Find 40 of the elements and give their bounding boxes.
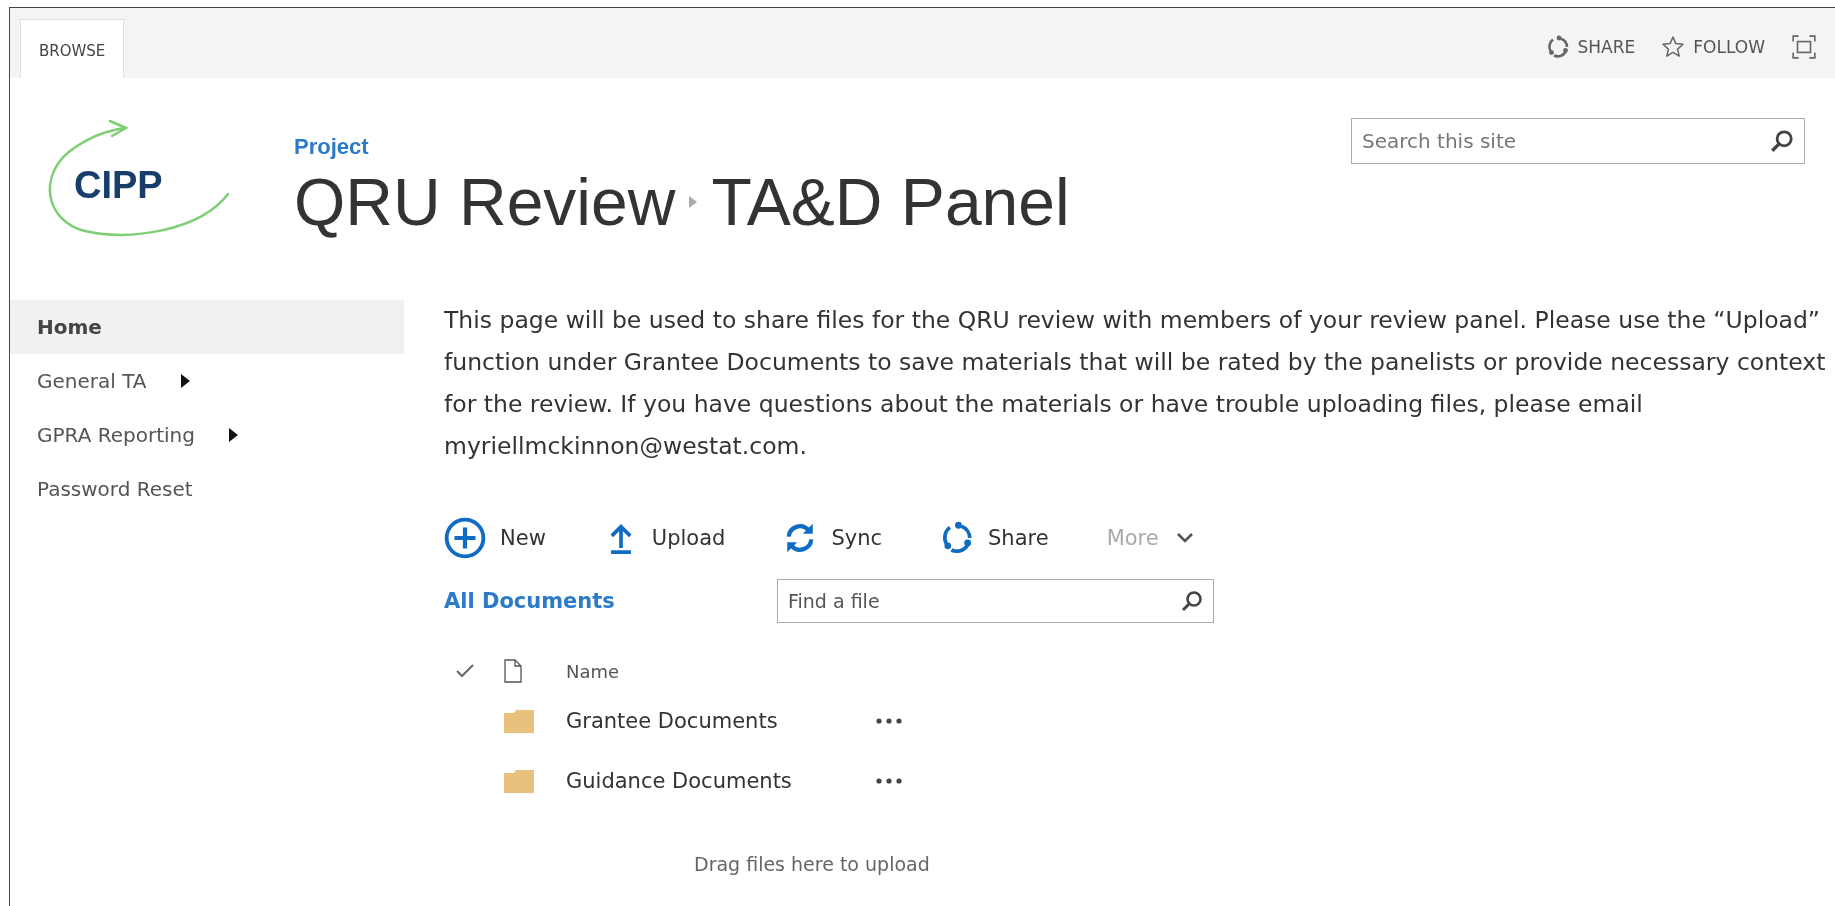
nav-label: Home <box>37 315 102 339</box>
share-icon[interactable] <box>1545 35 1570 59</box>
document-icon <box>504 659 522 683</box>
nav-item[interactable]: Home <box>10 300 404 354</box>
search-icon[interactable] <box>1180 589 1204 613</box>
nav-label: General TA <box>37 369 147 393</box>
checkmark-icon[interactable] <box>456 663 474 679</box>
logo-text: CIPP <box>74 164 163 207</box>
page-title: QRU Review <box>294 166 676 239</box>
folder-icon <box>504 709 534 733</box>
star-icon[interactable] <box>1661 35 1686 59</box>
view-link[interactable]: All Documents <box>444 589 777 613</box>
sync-button[interactable]: Sync <box>783 521 883 555</box>
folder-name-link[interactable]: Grantee Documents <box>566 709 876 733</box>
page-title: TA&D Panel <box>711 166 1070 239</box>
ellipsis-icon[interactable] <box>876 778 902 784</box>
nav-label: GPRA Reporting <box>37 423 195 447</box>
upload-button[interactable]: Upload <box>603 521 726 555</box>
folder-icon <box>504 769 534 793</box>
parent-site-link[interactable]: Project <box>294 134 369 160</box>
share-button[interactable]: SHARE <box>1545 35 1636 59</box>
folder-name-link[interactable]: Guidance Documents <box>566 769 876 793</box>
browse-tab[interactable]: BROWSE <box>20 19 125 78</box>
column-header[interactable]: Name <box>566 660 620 682</box>
search-icon[interactable] <box>1769 128 1795 154</box>
plus-circle-icon[interactable] <box>444 517 486 559</box>
search-field[interactable]: Search this site <box>1351 118 1805 164</box>
focus-icon[interactable] <box>1791 34 1817 60</box>
separator-arrow-icon <box>689 196 698 209</box>
drop-hint: Drag files here to upload <box>693 853 931 875</box>
ellipsis-icon[interactable] <box>876 718 902 724</box>
intro-paragraph: This page will be used to share files for the QRU review with members of your review panel. Please use the “Upload” function under Grantee Documents to save materials that will be rated by the panelists or provide necessary context for the review. If you have questions about the materials or have trouble uploading files, please email myriellmckinnon@westat.com. <box>444 305 1827 462</box>
follow-button[interactable]: FOLLOW <box>1661 35 1765 59</box>
nav-item[interactable]: General TA <box>10 354 404 408</box>
new-button[interactable]: New <box>444 517 546 559</box>
nav-item[interactable]: GPRA Reporting <box>10 408 404 462</box>
share-button[interactable]: Share <box>940 521 1049 555</box>
nav-label: Password Reset <box>37 477 193 501</box>
find-file-field[interactable]: Find a file <box>777 579 1214 623</box>
nav-item[interactable]: Password Reset <box>10 462 404 516</box>
